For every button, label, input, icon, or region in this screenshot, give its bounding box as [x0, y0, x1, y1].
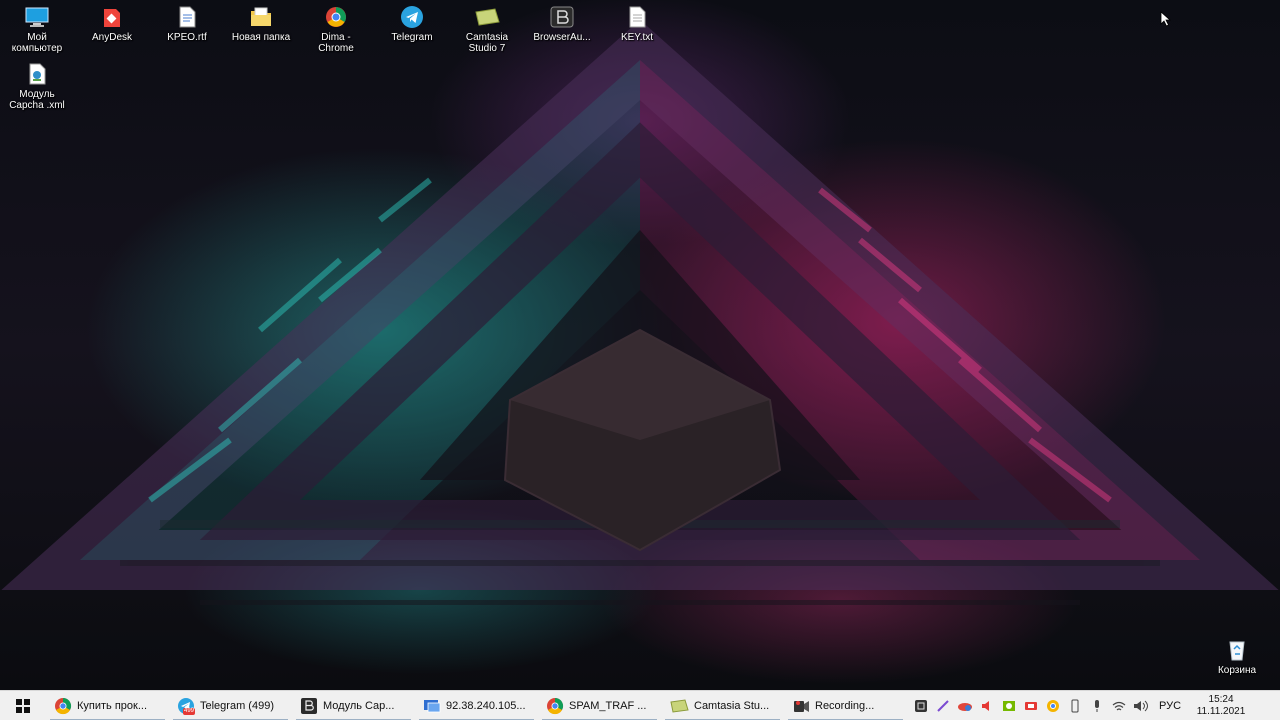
camtasia-icon	[670, 698, 689, 713]
desktop-icon-my-computer[interactable]: Мой компьютер	[0, 5, 74, 54]
start-button[interactable]	[0, 691, 46, 720]
camtasia-icon	[473, 5, 501, 29]
microphone-tray-icon[interactable]	[1089, 698, 1105, 714]
mouse-cursor-icon	[1160, 11, 1172, 27]
txt-file-icon	[623, 5, 651, 29]
volume-tray-icon[interactable]	[1133, 698, 1149, 714]
clock[interactable]: 15:24 11.11.2021	[1191, 694, 1251, 718]
desktop-icon-capcha-xml[interactable]: Модуль Capcha .xml	[0, 62, 74, 111]
browser-automation-icon	[301, 697, 317, 714]
windows-logo-icon	[16, 698, 30, 713]
folder-icon	[247, 5, 275, 29]
remote-desktop-icon	[424, 699, 441, 712]
taskbar-button-chrome-spam-traf[interactable]: SPAM_TRAF ...	[538, 691, 661, 720]
desktop-icon-telegram[interactable]: Telegram	[375, 5, 449, 43]
recycle-bin-icon	[1223, 638, 1251, 662]
taskbar-button-recording[interactable]: Recording...	[784, 691, 907, 720]
chrome-icon	[55, 697, 72, 714]
desktop-icon-camtasia[interactable]: Camtasia Studio 7	[450, 5, 524, 54]
chrome-icon	[547, 697, 564, 714]
desktop-icon-key-txt[interactable]: KEY.txt	[600, 5, 674, 43]
recording-icon	[794, 700, 809, 712]
rtf-file-icon	[173, 5, 201, 29]
monitor-icon	[23, 5, 51, 29]
xml-file-icon	[23, 62, 51, 86]
pen-tray-icon[interactable]	[935, 698, 951, 714]
cloud-tray-icon[interactable]	[957, 698, 973, 714]
browser-automation-icon	[548, 5, 576, 29]
desktop-icon-kpeo-rtf[interactable]: KPEO.rtf	[150, 5, 224, 43]
desktop-icon-recycle-bin[interactable]: Корзина	[1206, 638, 1268, 676]
clock-date: 11.11.2021	[1196, 705, 1246, 717]
taskbar-button-camtasia[interactable]: Camtasia Stu...	[661, 691, 784, 720]
chrome-tray-icon[interactable]	[1045, 698, 1061, 714]
wallpaper	[1, 19, 1279, 605]
record-tray-icon[interactable]	[1023, 698, 1039, 714]
desktop-icon-dima-chrome[interactable]: Dima - Chrome	[299, 5, 373, 54]
chrome-icon	[322, 5, 350, 29]
desktop: Мой компьютер AnyDesk KPEO.rtf Новая пап…	[0, 0, 1280, 690]
browser-automation-tray-icon[interactable]	[913, 698, 929, 714]
speaker-red-tray-icon[interactable]	[979, 698, 995, 714]
notification-badge: 499	[183, 707, 196, 715]
taskbar: Купить прок... 499 Telegram (499) Модуль…	[0, 690, 1280, 720]
telegram-icon: 499	[177, 697, 196, 715]
telegram-icon	[398, 5, 426, 29]
language-indicator[interactable]: РУС	[1159, 700, 1181, 712]
network-tray-icon[interactable]	[1111, 698, 1127, 714]
desktop-icon-anydesk[interactable]: AnyDesk	[75, 5, 149, 43]
clock-time: 15:24	[1208, 693, 1234, 705]
taskbar-button-chrome-buy-proxy[interactable]: Купить прок...	[46, 691, 169, 720]
desktop-icon-new-folder[interactable]: Новая папка	[224, 5, 298, 43]
nvidia-tray-icon[interactable]	[1001, 698, 1017, 714]
taskbar-button-remote-desktop[interactable]: 92.38.240.105...	[415, 691, 538, 720]
usb-tray-icon[interactable]	[1067, 698, 1083, 714]
taskbar-button-capcha-module[interactable]: Модуль Cap...	[292, 691, 415, 720]
anydesk-icon	[98, 5, 126, 29]
taskbar-button-telegram[interactable]: 499 Telegram (499)	[169, 691, 292, 720]
desktop-icon-browser-automation[interactable]: BrowserAu...	[525, 5, 599, 43]
system-tray: РУС	[913, 698, 1181, 714]
